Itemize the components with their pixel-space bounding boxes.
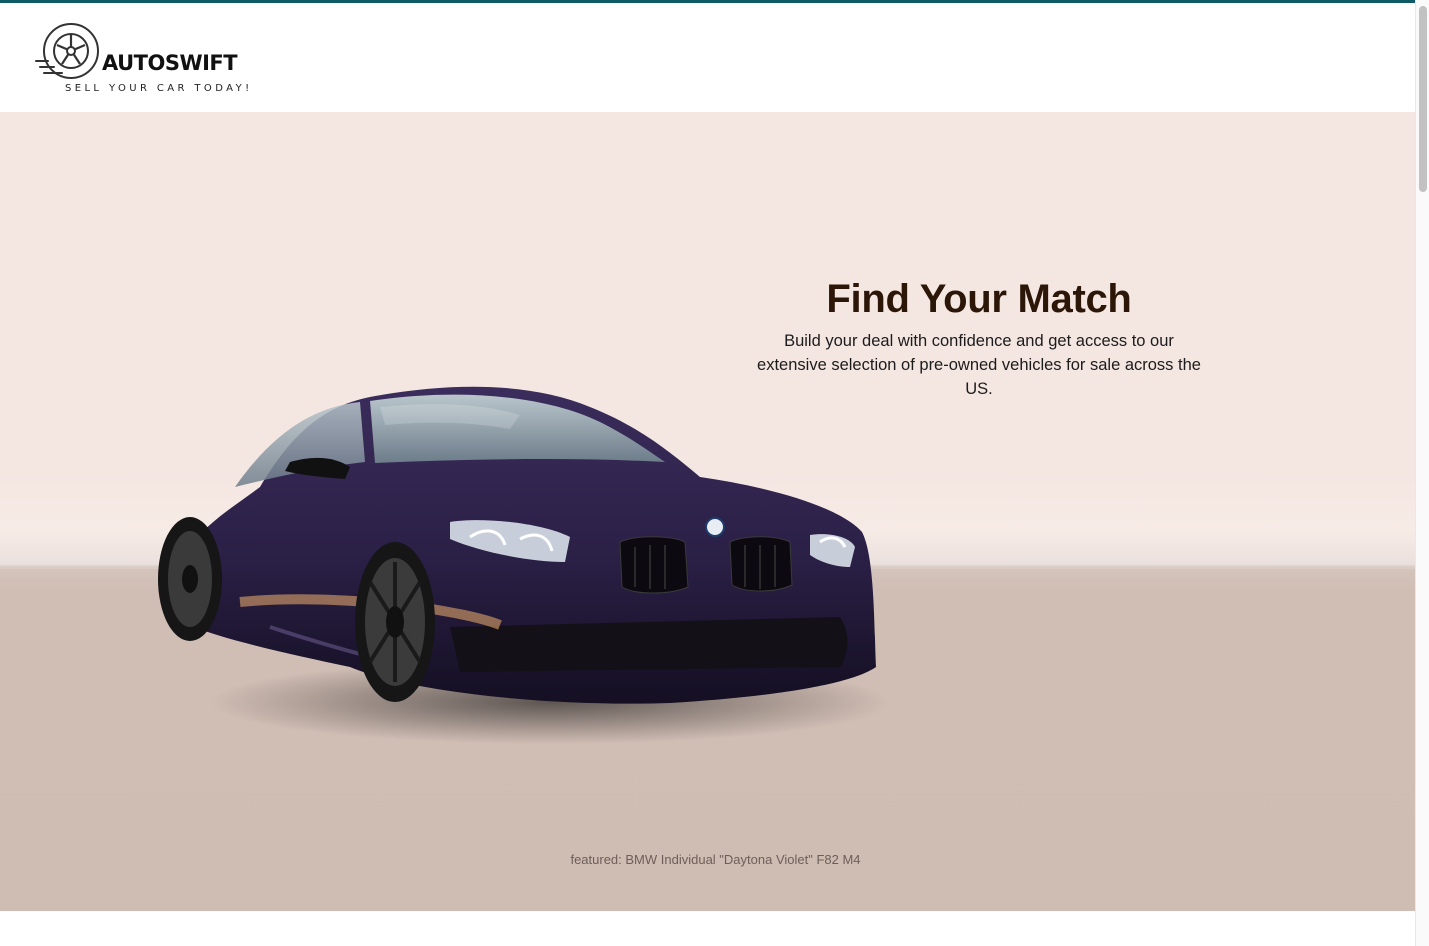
vertical-scrollbar[interactable] xyxy=(1415,0,1429,946)
featured-car-caption: featured: BMW Individual "Daytona Violet… xyxy=(570,852,861,867)
site-logo[interactable]: AUTOSWIFT SELL YOUR CAR TODAY! xyxy=(34,21,264,101)
site-header: AUTOSWIFT SELL YOUR CAR TODAY! xyxy=(0,3,1415,112)
next-section xyxy=(0,911,1415,946)
wheel-icon xyxy=(35,23,99,79)
hero-section: Find Your Match Build your deal with con… xyxy=(0,112,1415,911)
scrollbar-thumb[interactable] xyxy=(1419,6,1427,192)
hero-title: Find Your Match xyxy=(826,277,1132,321)
featured-car-image xyxy=(158,386,890,744)
logo-tagline: SELL YOUR CAR TODAY! xyxy=(65,83,253,94)
logo-wordmark: AUTOSWIFT xyxy=(102,51,238,75)
